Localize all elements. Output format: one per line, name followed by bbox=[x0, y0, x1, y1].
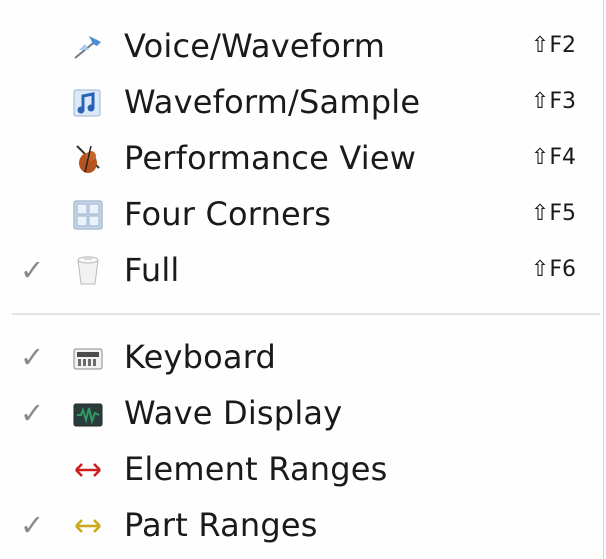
checkmark: ✓ bbox=[20, 508, 45, 542]
menu-item-label: Performance View bbox=[124, 139, 417, 177]
menu-item-waveform-sample[interactable]: Waveform/Sample ⇧F3 bbox=[0, 76, 600, 128]
menu-item-label: Waveform/Sample bbox=[124, 83, 421, 121]
shortcut-label: ⇧F5 bbox=[530, 201, 576, 226]
menu-item-part-ranges[interactable]: ✓ Part Ranges bbox=[0, 499, 600, 551]
menu-item-performance-view[interactable]: Performance View ⇧F4 bbox=[0, 132, 600, 184]
checkmark: ✓ bbox=[20, 340, 45, 374]
menu-item-label: Wave Display bbox=[124, 394, 343, 432]
menu-item-element-ranges[interactable]: Element Ranges bbox=[0, 443, 600, 495]
menu-item-label: Part Ranges bbox=[124, 506, 318, 544]
view-menu: Voice/Waveform ⇧F2 Waveform/Sample ⇧F3 P… bbox=[0, 0, 604, 559]
menu-item-wave-display[interactable]: ✓ Wave Display bbox=[0, 387, 600, 439]
shortcut-label: ⇧F2 bbox=[530, 33, 576, 58]
yellow-range-arrow-icon bbox=[75, 519, 101, 533]
waveform-pin-icon bbox=[74, 36, 101, 59]
cup-icon bbox=[77, 256, 99, 285]
violin-icon bbox=[76, 145, 100, 173]
menu-item-label: Element Ranges bbox=[124, 450, 388, 488]
menu-item-voice-waveform[interactable]: Voice/Waveform ⇧F2 bbox=[0, 20, 600, 72]
menu-separator bbox=[12, 313, 600, 315]
red-range-arrow-icon bbox=[75, 463, 101, 477]
checkmark: ✓ bbox=[20, 253, 45, 287]
menu-item-label: Full bbox=[124, 251, 180, 289]
shortcut-label: ⇧F6 bbox=[530, 257, 576, 282]
menu-item-label: Voice/Waveform bbox=[124, 27, 386, 65]
menu-item-full[interactable]: ✓ Full ⇧F6 bbox=[0, 244, 600, 296]
menu-item-label: Keyboard bbox=[124, 338, 277, 376]
shortcut-label: ⇧F4 bbox=[530, 145, 576, 170]
checkmark: ✓ bbox=[20, 396, 45, 430]
menu-item-four-corners[interactable]: Four Corners ⇧F5 bbox=[0, 188, 600, 240]
menu-item-keyboard[interactable]: ✓ Keyboard bbox=[0, 331, 600, 383]
menu-item-label: Four Corners bbox=[124, 195, 332, 233]
music-note-icon bbox=[73, 89, 101, 117]
shortcut-label: ⇧F3 bbox=[530, 89, 576, 114]
grid-icon bbox=[73, 200, 103, 230]
wave-display-icon bbox=[73, 403, 103, 427]
keyboard-icon bbox=[73, 348, 103, 370]
